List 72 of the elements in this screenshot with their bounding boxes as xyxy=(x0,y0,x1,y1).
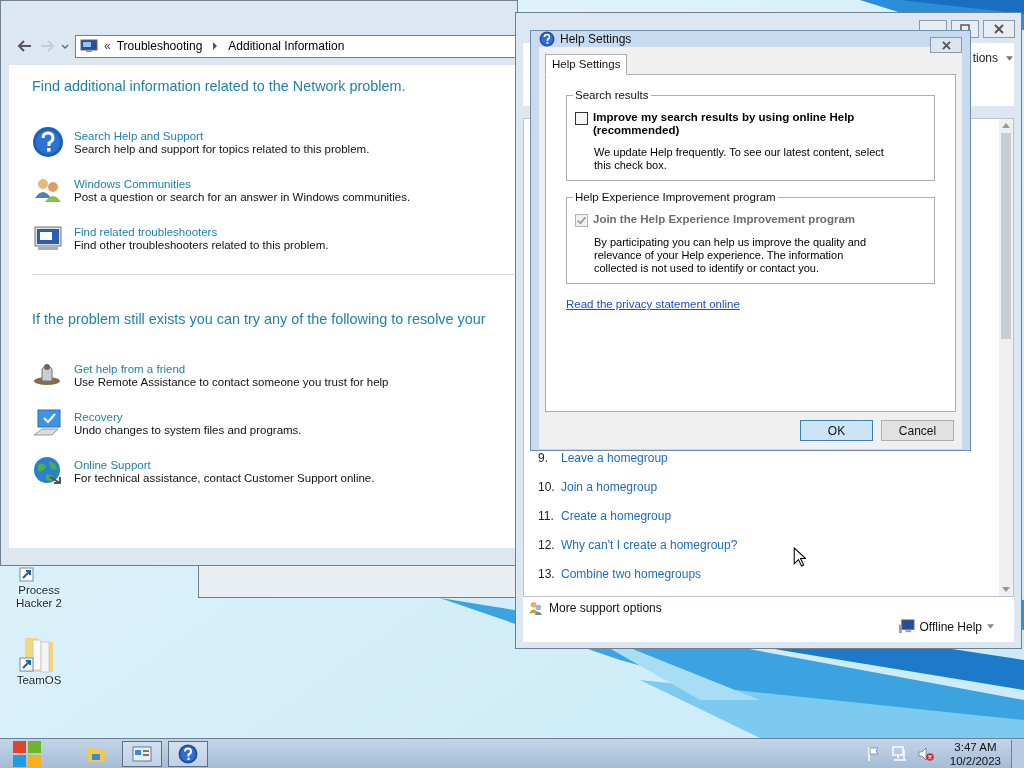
help-topic-link[interactable]: Create a homegroup xyxy=(561,509,672,539)
help-topic-link[interactable]: Why can't I create a homegroup? xyxy=(561,538,738,568)
list-number: 13. xyxy=(538,567,556,584)
help-option-description: Undo changes to system files and programs. xyxy=(74,424,302,437)
help-option-description: For technical assistance, contact Customer Support online. xyxy=(74,472,375,485)
show-desktop-button[interactable] xyxy=(1011,739,1024,768)
help-option-description: Use Remote Assistance to contact someone you trust for help xyxy=(74,376,389,389)
help-icon xyxy=(32,126,64,158)
dialog-button[interactable]: Cancel xyxy=(881,420,954,441)
close-icon[interactable] xyxy=(941,40,951,50)
options-button[interactable]: tions xyxy=(972,51,1013,65)
checkbox-label[interactable]: Improve my search results by using online Help (recommended) xyxy=(593,111,878,137)
help-topic-link[interactable]: Leave a homegroup xyxy=(561,451,668,481)
help-option-link[interactable]: Search Help and Support xyxy=(74,130,204,143)
help-option-description: Post a question or search for an answer in Windows communities. xyxy=(74,191,411,204)
list-number: 11. xyxy=(538,509,555,526)
breadcrumb-item[interactable]: Troubleshooting xyxy=(116,39,203,53)
list-number: 12. xyxy=(538,538,556,555)
monitor-icon[interactable] xyxy=(897,619,915,635)
help-taskbar-button[interactable] xyxy=(168,740,208,767)
group-title: Search results xyxy=(574,89,650,101)
dialog-title: Help Settings xyxy=(560,32,632,46)
overflow-chevron-icon[interactable]: « xyxy=(104,39,111,53)
help-option-link[interactable]: Find related troubleshooters xyxy=(74,226,218,239)
window-icon[interactable] xyxy=(132,745,152,762)
more-support-link[interactable]: More support options xyxy=(549,600,662,615)
monitor-icon xyxy=(80,39,98,53)
scroll-up-arrow-icon[interactable] xyxy=(1002,123,1010,129)
option-description: By participating you can help us improve the quality and relevance of your Help experience. The information collected is not used to identify or contact you. xyxy=(594,236,868,275)
help-option-link[interactable]: Recovery xyxy=(74,411,123,424)
list-number: 10. xyxy=(538,480,556,497)
flag-icon[interactable] xyxy=(865,745,882,762)
privacy-statement-link[interactable]: Read the privacy statement online xyxy=(566,298,740,310)
help-option-link[interactable]: Windows Communities xyxy=(74,178,191,191)
help-topic-link[interactable]: Combine two homegroups xyxy=(561,567,702,597)
monitor-check-icon xyxy=(32,407,64,439)
caret-icon[interactable] xyxy=(987,624,994,630)
tab[interactable]: Help Settings xyxy=(545,54,628,75)
breadcrumb-arrow-icon[interactable] xyxy=(212,42,219,50)
breadcrumb-item[interactable]: Additional Information xyxy=(228,39,345,53)
option-description: We update Help frequently. To see our latest content, select this check box. xyxy=(594,146,885,172)
help-option-link[interactable]: Get help from a friend xyxy=(74,363,186,376)
list-number: 9. xyxy=(538,451,549,468)
start-button[interactable] xyxy=(12,739,42,768)
people-icon xyxy=(527,600,544,616)
clock[interactable]: 3:47 AM 10/2/2023 xyxy=(949,739,1001,768)
close-icon[interactable] xyxy=(994,24,1004,34)
caret-icon[interactable] xyxy=(1006,55,1013,61)
mouse-cursor-icon xyxy=(793,547,806,567)
close-button[interactable] xyxy=(983,20,1015,38)
close-button[interactable] xyxy=(930,37,962,53)
section-heading: Find additional information related to the Network problem. xyxy=(32,78,407,94)
help-option-description: Search help and support for topics related to this problem. xyxy=(74,143,370,156)
address-bar[interactable]: « Troubleshooting Additional Information xyxy=(75,34,517,58)
help-icon[interactable] xyxy=(178,743,198,764)
section-heading: If the problem still exists you can try any of the following to resolve your xyxy=(32,311,487,327)
back-arrow-icon[interactable] xyxy=(17,38,33,54)
desktop-icon-label[interactable]: TeamOS xyxy=(12,674,66,687)
help-option-description: Find other troubleshooters related to this problem. xyxy=(74,239,329,252)
group-title: Help Experience Improvement program xyxy=(574,191,777,203)
scroll-down-arrow-icon[interactable] xyxy=(1002,587,1010,593)
control-panel-taskbar-button[interactable] xyxy=(122,740,162,767)
help-icon xyxy=(539,31,555,47)
help-option-link[interactable]: Online Support xyxy=(74,459,151,472)
checkbox[interactable] xyxy=(575,112,588,125)
help-topic-link[interactable]: Join a homegroup xyxy=(561,480,658,510)
volume-muted-icon[interactable] xyxy=(917,745,934,762)
scrollbar[interactable] xyxy=(999,119,1013,597)
globe-icon xyxy=(32,455,64,487)
dialog-button[interactable]: OK xyxy=(800,420,873,441)
desktop-icon-label[interactable]: Process Hacker 2 xyxy=(12,584,66,610)
offline-help-button[interactable]: Offline Help xyxy=(897,619,994,635)
